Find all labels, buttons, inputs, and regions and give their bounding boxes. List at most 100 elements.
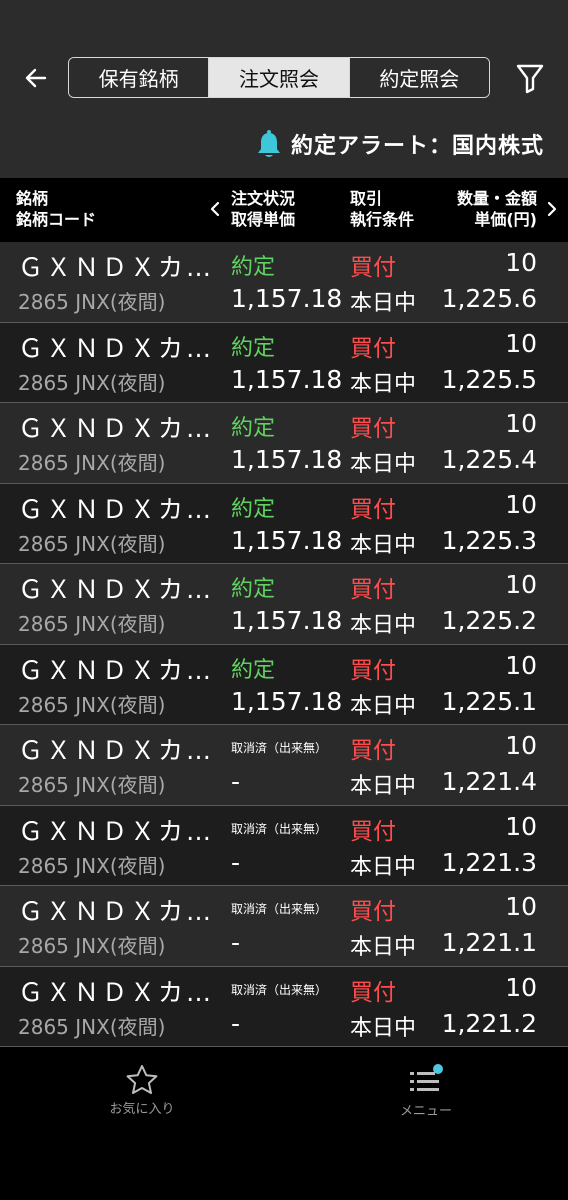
table-row[interactable]: ＧＸＮＤＸカ… 2865 JNX(夜間) 約定 1,157.18 買付 本日中 … [0,242,568,323]
stock-name: ＧＸＮＤＸカ… [18,575,215,604]
unit-price: 1,225.6 [441,284,537,313]
trade-side: 買付 [350,577,396,603]
quantity: 10 [505,731,537,760]
quantity: 10 [505,489,537,519]
acquired-price: 1,157.18 [231,284,343,313]
exec-condition: 本日中 [350,452,417,477]
exec-condition: 本日中 [350,532,417,558]
stock-code: 2865 JNX(夜間) [18,934,166,958]
quantity: 10 [505,328,537,358]
quantity: 10 [505,570,537,599]
quantity: 10 [505,972,537,1002]
tab-segment: 保有銘柄 注文照会 約定照会 [68,57,490,98]
tab-order-inquiry[interactable]: 注文照会 [208,58,349,97]
table-row[interactable]: ＧＸＮＤＸカ… 2865 JNX(夜間) 約定 1,157.18 買付 本日中 … [0,483,568,564]
exec-condition: 本日中 [350,613,417,638]
stock-name: ＧＸＮＤＸカ… [18,253,215,282]
exec-condition: 本日中 [350,854,417,880]
bottom-nav: お気に入り メニュー [0,1056,568,1200]
menu-label: メニュー [399,1104,452,1119]
exec-condition: 本日中 [350,693,417,719]
execution-alert-link[interactable]: 約定アラート：国内株式 [257,125,544,163]
acquired-price: 1,157.18 [231,364,343,394]
stock-name: ＧＸＮＤＸカ… [18,655,215,685]
chevron-right-button[interactable] [545,198,559,220]
app-header: 保有銘柄 注文照会 約定照会 約定アラート：国内株式 [0,0,568,178]
stock-name: ＧＸＮＤＸカ… [18,494,215,524]
quantity: 10 [505,811,537,841]
trade-side: 買付 [350,416,396,442]
stock-name: ＧＸＮＤＸカ… [18,414,215,443]
stock-code: 2865 JNX(夜間) [18,531,166,556]
order-status: 約定 [231,255,276,280]
stock-name: ＧＸＮＤＸカ… [18,736,215,765]
trade-side: 買付 [350,657,396,684]
order-status: 約定 [231,416,276,441]
bell-icon [257,130,280,157]
exec-condition: 本日中 [350,774,417,799]
unit-price: 1,225.2 [441,606,537,635]
stock-code: 2865 JNX(夜間) [18,853,166,878]
chevron-left-button[interactable] [208,198,222,220]
table-row[interactable]: ＧＸＮＤＸカ… 2865 JNX(夜間) 約定 1,157.18 買付 本日中 … [0,564,568,645]
acquired-price: - [231,847,241,877]
order-status: 取消済（出来無） [231,821,328,836]
unit-price: 1,225.4 [441,445,537,474]
table-row[interactable]: ＧＸＮＤＸカ… 2865 JNX(夜間) 取消済（出来無） - 買付 本日中 1… [0,725,568,806]
order-status: 約定 [231,657,276,683]
table-row[interactable]: ＧＸＮＤＸカ… 2865 JNX(夜間) 取消済（出来無） - 買付 本日中 1… [0,966,568,1047]
tab-holdings[interactable]: 保有銘柄 [69,58,209,97]
filter-button[interactable] [510,56,550,100]
table-row[interactable]: ＧＸＮＤＸカ… 2865 JNX(夜間) 取消済（出来無） - 買付 本日中 1… [0,805,568,886]
trade-side: 買付 [350,738,396,764]
table-row[interactable]: ＧＸＮＤＸカ… 2865 JNX(夜間) 取消済（出来無） - 買付 本日中 1… [0,886,568,967]
acquired-price: 1,157.18 [231,525,343,555]
filter-icon [516,64,544,94]
unit-price: 1,221.3 [441,847,537,877]
order-status: 取消済（出来無） [231,741,328,755]
chevron-left-icon [210,201,220,217]
stock-code: 2865 JNX(夜間) [18,370,166,395]
unit-price: 1,221.4 [441,767,537,796]
stock-name: ＧＸＮＤＸカ… [18,816,215,846]
list-menu-icon [410,1064,443,1091]
stock-code: 2865 JNX(夜間) [18,1014,166,1039]
quantity: 10 [505,409,537,438]
alert-label: 約定アラート：国内株式 [290,134,544,159]
stock-code: 2865 JNX(夜間) [18,290,166,314]
order-status: 約定 [231,577,276,602]
quantity: 10 [505,650,537,680]
stock-code: 2865 JNX(夜間) [18,451,166,475]
col-quantity: 数量・金額 単価(円) [456,189,537,229]
favorites-label: お気に入り [109,1102,175,1117]
stock-code: 2865 JNX(夜間) [18,612,166,636]
favorites-nav-button[interactable]: お気に入り [82,1064,202,1128]
trade-side: 買付 [350,979,396,1006]
unit-price: 1,221.2 [441,1008,537,1038]
chevron-right-icon [547,201,557,217]
table-row[interactable]: ＧＸＮＤＸカ… 2865 JNX(夜間) 約定 1,157.18 買付 本日中 … [0,644,568,725]
back-button[interactable] [16,58,56,98]
back-arrow-icon [25,68,47,88]
stock-name: ＧＸＮＤＸカ… [18,977,215,1007]
unit-price: 1,225.1 [441,686,537,716]
stock-code: 2865 JNX(夜間) [18,773,166,797]
trade-side: 買付 [350,496,396,523]
table-row[interactable]: ＧＸＮＤＸカ… 2865 JNX(夜間) 約定 1,157.18 買付 本日中 … [0,403,568,484]
acquired-price: - [231,1008,241,1038]
exec-condition: 本日中 [350,1015,417,1041]
column-header: 銘柄 銘柄コード 注文状況 取得単価 取引 執行条件 数量・金額 単価(円) [0,178,568,242]
star-icon [126,1065,158,1094]
order-status: 約定 [231,496,276,522]
unit-price: 1,225.5 [441,364,537,394]
trade-side: 買付 [350,818,396,845]
order-status: 約定 [231,335,276,361]
tab-execution-inquiry[interactable]: 約定照会 [348,58,489,97]
acquired-price: - [231,767,241,796]
order-status: 取消済（出来無） [231,902,328,916]
table-row[interactable]: ＧＸＮＤＸカ… 2865 JNX(夜間) 約定 1,157.18 買付 本日中 … [0,322,568,403]
menu-nav-button[interactable]: メニュー [366,1064,486,1128]
exec-condition: 本日中 [350,371,417,397]
trade-side: 買付 [350,899,396,925]
quantity: 10 [505,248,537,277]
